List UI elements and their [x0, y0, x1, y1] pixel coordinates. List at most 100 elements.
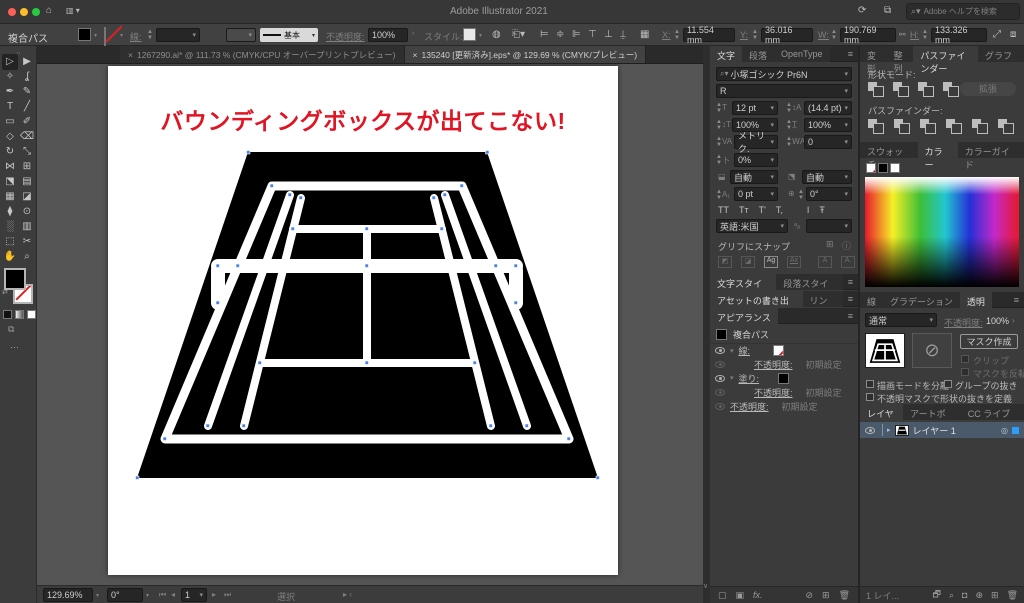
font-family-select[interactable]: ⌕▾ 小塚ゴシック Pr6N▾ — [716, 67, 852, 81]
next-artboard-icon[interactable]: ▸ — [212, 590, 216, 599]
tool-selection[interactable]: ▷ — [2, 54, 18, 70]
brush-definition-select[interactable]: 基本 ▾ — [260, 28, 318, 42]
font-style-select[interactable]: R▾ — [716, 84, 852, 98]
transform-grid-icon[interactable]: ▦ — [640, 29, 649, 40]
align-bottom-icon[interactable]: ⍊ — [620, 29, 626, 40]
make-mask-button[interactable]: マスク作成 — [960, 334, 1018, 349]
opacity-input[interactable]: 100% — [368, 28, 408, 42]
info-icon[interactable]: ⓘ — [842, 239, 851, 252]
appearance-item-row[interactable]: 複合パス — [710, 327, 858, 342]
h-input[interactable]: 133.326 mm — [931, 28, 987, 42]
opacity-link[interactable]: 不透明度: — [754, 358, 793, 371]
panel-menu-icon[interactable]: ≡ — [843, 46, 858, 61]
underline-button[interactable]: I — [807, 205, 810, 215]
tab-color[interactable]: カラー — [918, 142, 958, 158]
opacity-link[interactable]: 不透明度: — [730, 400, 769, 413]
glyph-options-icon[interactable]: ⊞ — [826, 239, 834, 250]
align-middle-icon[interactable]: ⊥ — [604, 29, 613, 40]
opacity-flyout-icon[interactable]: › — [1012, 316, 1015, 325]
appearance-opacity-row[interactable]: 不透明度: 初期設定 — [710, 357, 858, 371]
knockout-group-checkbox[interactable] — [944, 380, 952, 388]
new-effect-icon[interactable]: fx. — [753, 590, 763, 600]
last-artboard-icon[interactable]: ⏭ — [224, 590, 231, 600]
small-caps-button[interactable]: Tᴛ — [739, 205, 749, 215]
layer-thumbnail[interactable] — [895, 425, 909, 436]
snap-baseline-button[interactable]: ◪ — [741, 256, 755, 268]
y-stepper[interactable]: ▲▼ — [752, 29, 758, 41]
new-stroke-icon[interactable]: ▢ — [718, 590, 727, 601]
font-size-select[interactable]: 12 pt▾ — [732, 101, 778, 115]
strikethrough-button[interactable]: Ŧ — [819, 205, 825, 215]
subscript-button[interactable]: T, — [776, 205, 783, 215]
snap-glyph-bounds-button[interactable]: Ag — [764, 256, 778, 268]
tab-transparency[interactable]: 透明 — [960, 292, 992, 308]
expand-chevron-icon[interactable]: ▾ — [730, 347, 734, 355]
fill-color-indicator[interactable] — [4, 268, 26, 290]
char-rotation-select[interactable]: 0°▾ — [806, 187, 852, 201]
snap-angle-button[interactable]: ◩ — [718, 256, 732, 268]
artboard-number-select[interactable]: 1▾ — [181, 588, 207, 602]
horizontal-scale-select[interactable]: 100%▾ — [804, 118, 852, 132]
layer-name[interactable]: レイヤー 1 — [913, 424, 956, 437]
arrange-windows-icon[interactable]: ⧉ — [884, 5, 891, 16]
shape-intersect-button[interactable] — [918, 82, 933, 95]
leading-select[interactable]: (14.4 pt)▾ — [804, 101, 852, 115]
pathfinder-minus-back-button[interactable] — [998, 119, 1013, 132]
visibility-eye-icon[interactable] — [715, 403, 725, 410]
align-right-icon[interactable]: ⊫ — [572, 29, 581, 40]
opacity-flyout-icon[interactable]: › — [412, 30, 414, 37]
tool-scale[interactable]: ⤡ — [19, 144, 35, 160]
object-thumbnail[interactable] — [865, 333, 905, 368]
tool-direct-selection[interactable]: ▶ — [19, 54, 35, 70]
close-icon[interactable]: × — [413, 50, 418, 60]
tool-paintbrush[interactable]: ✐ — [19, 114, 35, 130]
blend-mode-select[interactable]: 通常▾ — [865, 313, 937, 327]
tab-character-styles[interactable]: 文字スタイル — [710, 274, 776, 290]
fill-black-swatch[interactable] — [778, 373, 789, 384]
tool-rectangle[interactable]: ▭ — [2, 114, 18, 130]
y-input[interactable]: 36.016 mm — [761, 28, 813, 42]
align-left-icon[interactable]: ⊨ — [540, 29, 549, 40]
all-caps-button[interactable]: TT — [718, 205, 729, 215]
stroke-swatch[interactable] — [104, 27, 106, 46]
duplicate-item-icon[interactable]: ⊞ — [822, 590, 830, 601]
language-select[interactable]: 英語:米国▾ — [716, 219, 788, 233]
document-setup-icon[interactable]: ◍ — [492, 29, 501, 40]
tab-links[interactable]: リンク — [803, 291, 843, 307]
tool-free-transform[interactable]: ⊞ — [19, 159, 35, 175]
tool-symbol-sprayer[interactable]: ░ — [2, 219, 18, 235]
color-mode-button[interactable] — [3, 310, 12, 319]
tab-paragraph-styles[interactable]: 段落スタイル — [776, 274, 842, 290]
workspace-switcher-icon[interactable]: ▥ ▾ — [66, 6, 80, 15]
new-fill-icon[interactable]: ▣ — [736, 590, 745, 601]
isolate-icon[interactable]: ⧈ — [1010, 29, 1016, 40]
link-dimensions-icon[interactable]: ⚯ — [899, 30, 906, 39]
pathfinder-divide-button[interactable] — [868, 119, 883, 132]
isolate-blending-checkbox[interactable] — [866, 380, 874, 388]
stroke-none-swatch[interactable] — [773, 345, 784, 356]
collapse-dock-icon[interactable]: ∨ — [703, 582, 708, 590]
tool-mesh[interactable]: ▦ — [2, 189, 18, 205]
tab-artboards[interactable]: アートボード — [903, 404, 961, 420]
layer-row-selected[interactable]: ▸ レイヤー 1 ◎ — [860, 422, 1024, 438]
share-icon[interactable]: ⟳ — [858, 5, 866, 16]
zoom-level-select[interactable]: 129.69% — [43, 588, 93, 602]
stroke-stepper[interactable]: ▲▼ — [147, 29, 153, 41]
color-none-swatch[interactable] — [866, 163, 876, 173]
tool-slice[interactable]: ✂ — [19, 234, 35, 250]
baseline-shift-select[interactable]: 0 pt▾ — [734, 187, 778, 201]
tab-pathfinder[interactable]: パスファインダー — [913, 46, 978, 62]
visibility-eye-icon[interactable] — [715, 347, 725, 354]
tab-character[interactable]: 文字 — [710, 46, 742, 62]
variable-width-select[interactable]: ▾ — [226, 28, 256, 42]
aki-left-select[interactable]: 自動▾ — [730, 170, 778, 184]
visibility-eye-icon[interactable] — [715, 361, 725, 368]
document-tab-active[interactable]: × 135240 [更新済み].eps* @ 129.69 % (CMYK/プレ… — [405, 46, 647, 63]
h-stepper[interactable]: ▲▼ — [922, 29, 928, 41]
tab-opentype[interactable]: OpenType — [774, 46, 830, 62]
tab-asset-export[interactable]: アセットの書き出し — [710, 291, 803, 307]
tool-rotate[interactable]: ↻ — [2, 144, 18, 160]
panel-menu-icon[interactable]: ≡ — [843, 291, 858, 306]
layer-selection-indicator[interactable] — [1012, 427, 1019, 434]
kerning-select[interactable]: メトリク.▾ — [734, 135, 778, 149]
